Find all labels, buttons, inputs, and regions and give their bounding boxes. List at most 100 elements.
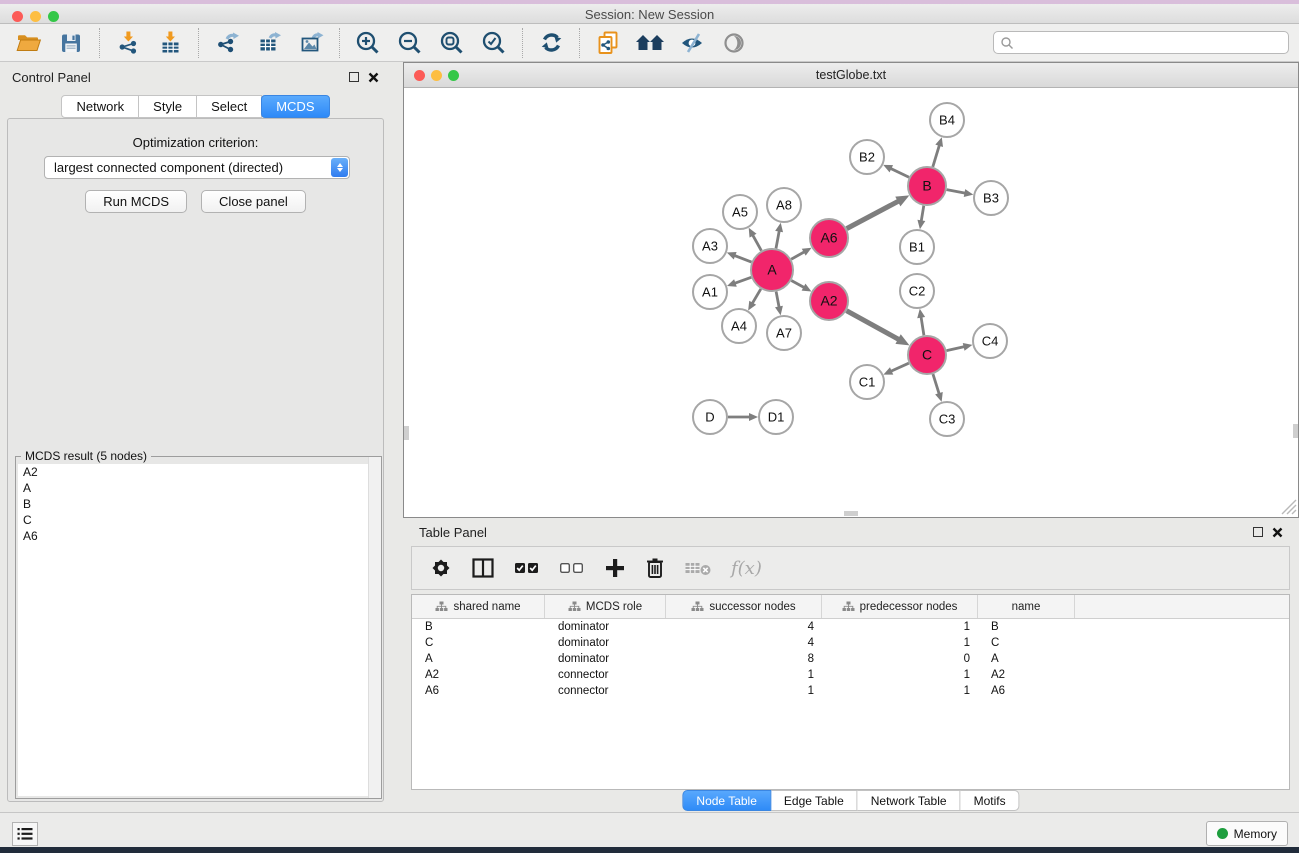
- resize-grip-icon[interactable]: [1287, 505, 1296, 514]
- tab-style[interactable]: Style: [139, 95, 197, 118]
- table-row[interactable]: Bdominator41B: [412, 619, 1289, 635]
- refresh-icon: [539, 30, 564, 55]
- close-panel-icon[interactable]: [1272, 527, 1283, 538]
- import-network-button[interactable]: [107, 26, 149, 60]
- edge-A6-B[interactable]: [847, 201, 900, 229]
- table-cell: B: [412, 619, 545, 635]
- home-button[interactable]: [629, 26, 671, 60]
- result-item[interactable]: B: [18, 496, 379, 512]
- export-image-button[interactable]: [290, 26, 332, 60]
- export-network-icon: [215, 30, 240, 55]
- task-history-button[interactable]: [12, 822, 38, 846]
- horizontal-scrollbar-thumb[interactable]: [844, 511, 858, 516]
- tab-node-table[interactable]: Node Table: [682, 790, 771, 811]
- tab-mcds[interactable]: MCDS: [261, 95, 329, 118]
- float-panel-icon[interactable]: [1253, 527, 1263, 537]
- table-settings-gear-icon[interactable]: [430, 557, 452, 579]
- zoom-fit-icon: [439, 30, 465, 56]
- result-item[interactable]: A: [18, 480, 379, 496]
- edge-C-C4[interactable]: [947, 346, 966, 350]
- tab-edge-table[interactable]: Edge Table: [771, 790, 858, 811]
- edge-B-B4[interactable]: [933, 144, 940, 167]
- edge-arrowhead: [917, 220, 925, 230]
- search-input[interactable]: [1018, 36, 1288, 50]
- task-list-icon: [17, 827, 33, 841]
- edge-C-C2[interactable]: [921, 316, 924, 336]
- close-panel-icon[interactable]: [368, 72, 379, 83]
- edge-A-A8[interactable]: [776, 230, 779, 249]
- table-row[interactable]: Cdominator41C: [412, 635, 1289, 651]
- tab-select[interactable]: Select: [197, 95, 262, 118]
- attribute-type-icon: [842, 601, 855, 612]
- table-cell: 4: [666, 619, 822, 635]
- tab-network[interactable]: Network: [61, 95, 139, 118]
- edge-A-A4[interactable]: [752, 289, 761, 305]
- edge-A-A3[interactable]: [733, 255, 751, 262]
- result-item[interactable]: C: [18, 512, 379, 528]
- function-builder-icon[interactable]: f(x): [731, 558, 762, 579]
- network-share-button[interactable]: [587, 26, 629, 60]
- result-item[interactable]: A2: [18, 464, 379, 480]
- edge-A-A2[interactable]: [791, 281, 805, 289]
- zoom-out-button[interactable]: [389, 26, 431, 60]
- run-mcds-button[interactable]: Run MCDS: [85, 190, 187, 213]
- export-table-button[interactable]: [248, 26, 290, 60]
- column-header[interactable]: MCDS role: [545, 595, 666, 618]
- edge-B-B3[interactable]: [947, 190, 967, 194]
- delete-column-icon[interactable]: [645, 557, 665, 579]
- column-header[interactable]: predecessor nodes: [822, 595, 978, 618]
- edge-B-B1[interactable]: [921, 206, 924, 223]
- tab-motifs[interactable]: Motifs: [961, 790, 1020, 811]
- vertical-scrollbar-thumb[interactable]: [404, 426, 409, 440]
- network-canvas[interactable]: A5A8A3A1A4A7AA6A2B2B4BB3B1C2C4CC1C3DD1: [404, 88, 1298, 516]
- table-cell: B: [978, 619, 1075, 635]
- edge-A-A7[interactable]: [776, 292, 779, 309]
- vertical-scrollbar-thumb[interactable]: [1293, 424, 1298, 438]
- edge-B-B2[interactable]: [890, 168, 909, 177]
- memory-button[interactable]: Memory: [1206, 821, 1288, 846]
- table-cell: 1: [822, 619, 978, 635]
- node-table[interactable]: shared nameMCDS rolesuccessor nodesprede…: [411, 594, 1290, 790]
- export-network-button[interactable]: [206, 26, 248, 60]
- edge-A-A1[interactable]: [734, 277, 752, 283]
- node-label: C: [922, 347, 932, 363]
- edge-A2-C[interactable]: [847, 311, 900, 340]
- result-item[interactable]: A6: [18, 528, 379, 544]
- refresh-button[interactable]: [530, 26, 572, 60]
- save-session-button[interactable]: [50, 26, 92, 60]
- attribute-type-icon: [435, 601, 448, 612]
- edge-C-C3[interactable]: [933, 374, 940, 395]
- close-panel-button[interactable]: Close panel: [201, 190, 306, 213]
- deselect-all-icon[interactable]: [559, 558, 585, 578]
- table-row[interactable]: A2connector11A2: [412, 667, 1289, 683]
- add-column-icon[interactable]: [604, 557, 626, 579]
- edge-A-A6[interactable]: [791, 251, 805, 259]
- column-header[interactable]: name: [978, 595, 1075, 618]
- main-titlebar: Session: New Session: [0, 4, 1299, 24]
- zoom-fit-button[interactable]: [431, 26, 473, 60]
- edge-C-C1[interactable]: [890, 363, 909, 372]
- select-all-icon[interactable]: [514, 558, 540, 578]
- delete-table-icon[interactable]: [684, 558, 712, 578]
- edge-A-A5[interactable]: [752, 234, 761, 251]
- eye-button[interactable]: [713, 26, 755, 60]
- search-box[interactable]: [993, 31, 1289, 54]
- table-row[interactable]: Adominator80A: [412, 651, 1289, 667]
- table-row[interactable]: A6connector11A6: [412, 683, 1289, 699]
- table-cell: dominator: [545, 635, 666, 651]
- resize-grip-icon[interactable]: [1292, 510, 1296, 514]
- import-table-button[interactable]: [149, 26, 191, 60]
- zoom-selected-button[interactable]: [473, 26, 515, 60]
- hide-graphics-details-button[interactable]: [671, 26, 713, 60]
- optimization-criterion-label: Optimization criterion:: [8, 135, 383, 150]
- split-view-icon[interactable]: [471, 557, 495, 579]
- column-header[interactable]: successor nodes: [666, 595, 822, 618]
- result-list-scrollbar[interactable]: [368, 457, 381, 798]
- criterion-select[interactable]: largest connected component (directed): [44, 156, 350, 179]
- zoom-in-button[interactable]: [347, 26, 389, 60]
- mcds-result-list[interactable]: A2ABCA6: [18, 464, 379, 796]
- open-session-button[interactable]: [8, 26, 50, 60]
- tab-network-table[interactable]: Network Table: [858, 790, 961, 811]
- float-panel-icon[interactable]: [349, 72, 359, 82]
- column-header[interactable]: shared name: [412, 595, 545, 618]
